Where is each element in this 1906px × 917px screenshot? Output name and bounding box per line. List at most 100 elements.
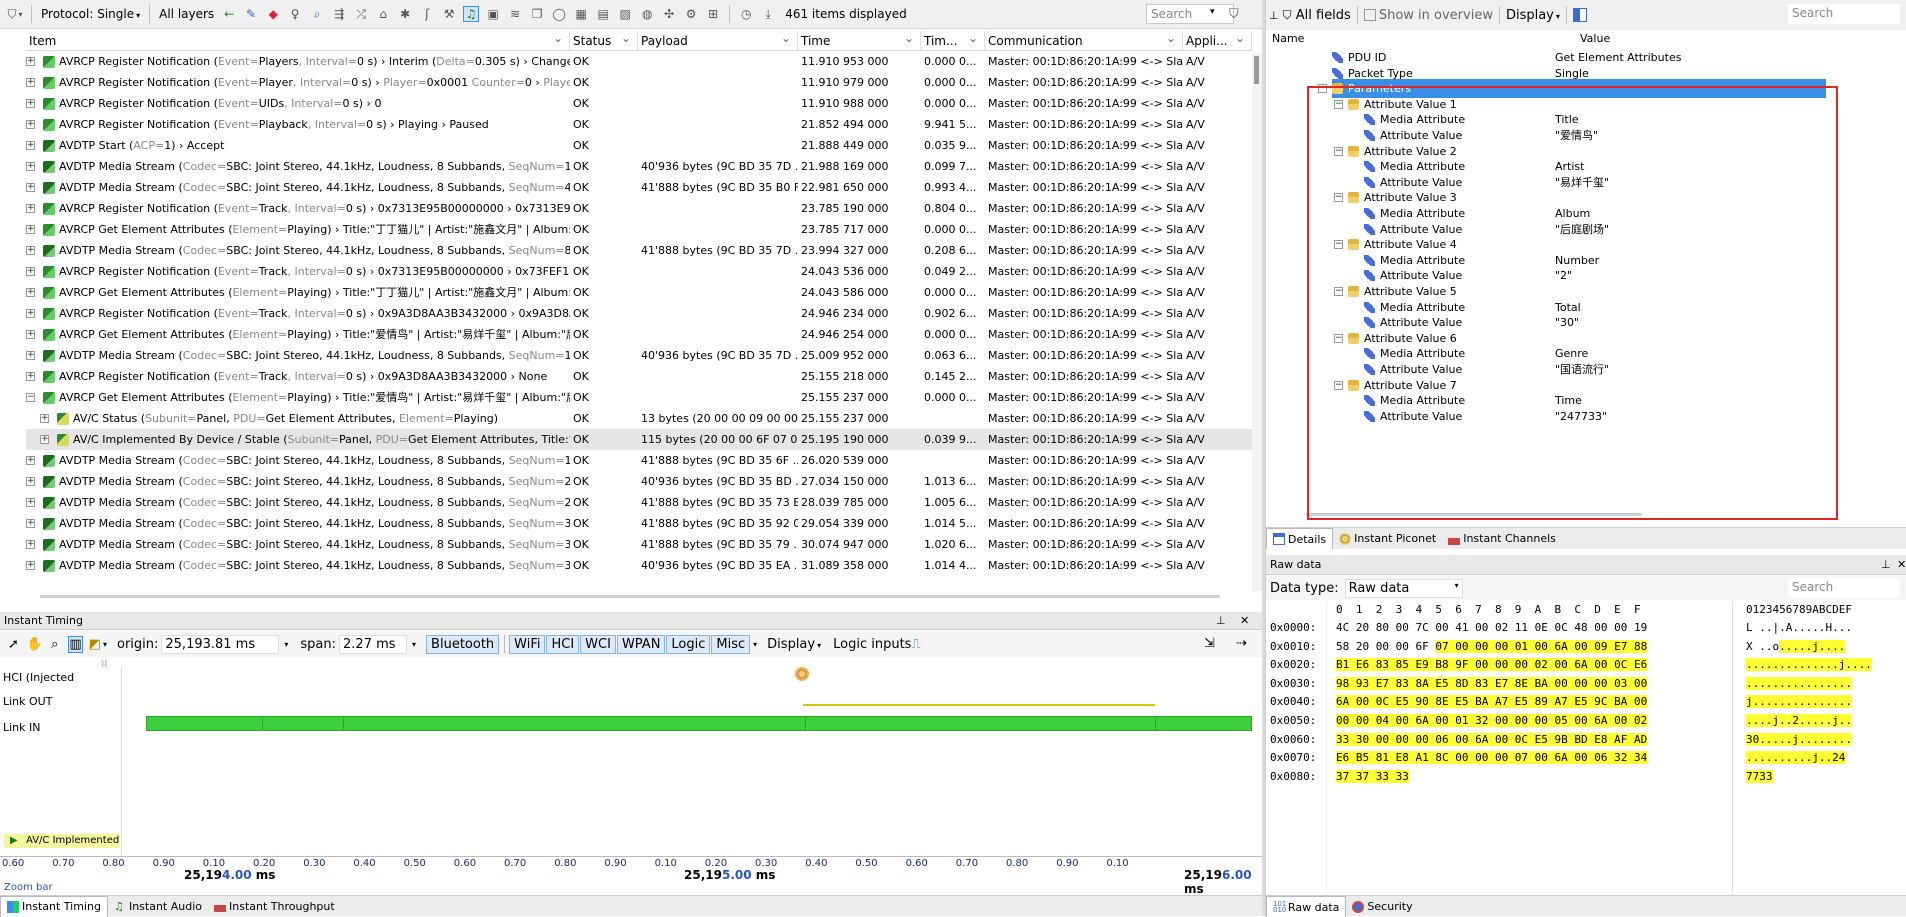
fields-search-input[interactable]: Search xyxy=(1788,4,1900,24)
tab-instant-piconet[interactable]: Instant Piconet xyxy=(1333,528,1442,549)
expand-icon[interactable]: + xyxy=(26,288,35,297)
close-icon[interactable]: ✕ xyxy=(1240,612,1249,630)
square-wave-icon[interactable]: ⎍ xyxy=(911,637,920,652)
expand-icon[interactable]: + xyxy=(26,477,35,486)
layers-dropdown[interactable]: All layers xyxy=(159,7,214,21)
tab-instant-audio[interactable]: ♫ Instant Audio xyxy=(108,896,208,917)
origin-field[interactable]: 25,193.81 ms xyxy=(161,634,280,654)
collapse-icon[interactable]: − xyxy=(1334,333,1343,343)
table-row[interactable]: + AVDTP Media Stream (Codec=SBC: Joint St… xyxy=(26,534,1252,555)
table-row[interactable]: + AV/C Status (Subunit=Panel, PDU=Get Ele… xyxy=(26,408,1252,429)
table-row[interactable]: + AVRCP Get Element Attributes (Element=P… xyxy=(26,282,1252,303)
hand-icon[interactable]: ✋ xyxy=(27,637,43,652)
table-row[interactable]: + AVDTP Media Stream (Codec=SBC: Joint St… xyxy=(26,513,1252,534)
list-vscrollbar[interactable] xyxy=(1252,54,1262,591)
tools-icon[interactable]: ⚒ xyxy=(441,6,457,22)
list-vscroll-thumb[interactable] xyxy=(1254,56,1259,84)
expand-icon[interactable]: + xyxy=(26,246,35,255)
raw-search-input[interactable]: Search xyxy=(1788,578,1900,598)
image-icon[interactable]: ▨ xyxy=(617,6,633,22)
panel-icon[interactable]: ▥ xyxy=(68,635,83,653)
expand-icon[interactable]: + xyxy=(26,225,35,234)
pin-icon[interactable]: ⊥ xyxy=(1216,612,1226,630)
table-row[interactable]: + AVDTP Start (ACP=1) › Accept OK 21.888 44… xyxy=(26,135,1252,156)
table-row[interactable]: + AV/C Implemented By Device / Stable (Su… xyxy=(26,429,1252,450)
expand-icon[interactable]: + xyxy=(26,309,35,318)
col-item[interactable]: Item xyxy=(26,31,570,50)
col-payload[interactable]: Payload xyxy=(638,31,798,50)
table-row[interactable]: + AVDTP Media Stream (Codec=SBC: Joint St… xyxy=(26,177,1252,198)
link-out-signal[interactable] xyxy=(803,704,1155,706)
tree-hscrollbar[interactable] xyxy=(1306,513,1642,516)
show-in-overview-toggle[interactable]: Show in overview xyxy=(1363,8,1493,23)
protocol-dropdown[interactable]: Protocol: Single ▾ xyxy=(41,7,140,21)
clock-icon[interactable]: ◷ xyxy=(738,6,754,22)
expand-icon[interactable]: + xyxy=(26,183,35,192)
collapse-icon[interactable]: − xyxy=(1334,240,1343,250)
zoom-bar-label[interactable]: Zoom bar xyxy=(4,882,53,893)
bookmark-icon[interactable]: ◆ xyxy=(265,6,281,22)
collapse-icon[interactable]: − xyxy=(1318,84,1327,94)
tab-instant-timing[interactable]: Instant Timing xyxy=(0,895,108,917)
tab-instant-channels[interactable]: Instant Channels xyxy=(1442,528,1562,549)
list-search-input[interactable]: Search xyxy=(1146,4,1234,24)
shuffle-icon[interactable]: ⤮ xyxy=(353,6,369,22)
download-icon[interactable]: ⤓ xyxy=(760,6,776,22)
book-icon[interactable]: ▤ xyxy=(595,6,611,22)
expand-icon[interactable]: + xyxy=(26,204,35,213)
table-row[interactable]: + AVRCP Register Notification (Event=Play… xyxy=(26,51,1252,72)
collapse-icon[interactable]: − xyxy=(1334,193,1343,203)
find-icon[interactable]: ⌕ xyxy=(309,6,325,22)
table-row[interactable]: + AVRCP Register Notification (Event=Trac… xyxy=(26,261,1252,282)
table-row[interactable]: + AVDTP Media Stream (Codec=SBC: Joint St… xyxy=(26,345,1252,366)
list-hscrollbar[interactable] xyxy=(40,595,1220,598)
span-field[interactable]: 2.27 ms xyxy=(339,634,408,654)
filter-wci[interactable]: WCI xyxy=(580,634,616,654)
table-row[interactable]: + AVDTP Media Stream (Codec=SBC: Joint St… xyxy=(26,471,1252,492)
hci-event-icon[interactable] xyxy=(795,667,809,681)
event-label[interactable]: AV/C Implemented... xyxy=(4,834,120,848)
table-row[interactable]: + AVRCP Register Notification (Event=Play… xyxy=(26,114,1252,135)
collapse-icon[interactable]: − xyxy=(26,393,35,402)
filter-bluetooth[interactable]: Bluetooth xyxy=(426,634,500,654)
tree-row[interactable]: Attribute Value "247733" xyxy=(1266,407,1906,426)
back-arrow-icon[interactable]: ← xyxy=(221,6,237,22)
collapse-icon[interactable]: − xyxy=(1334,287,1343,296)
expand-icon[interactable]: + xyxy=(26,498,35,507)
pencil-icon[interactable]: ✎ xyxy=(243,6,259,22)
wave-icon[interactable]: ≋ xyxy=(507,6,523,22)
grid-view-icon[interactable] xyxy=(1572,8,1587,22)
expand-icon[interactable]: + xyxy=(26,57,35,66)
expand-icon[interactable]: + xyxy=(26,351,35,360)
table-row[interactable]: + AVRCP Register Notification (Event=Trac… xyxy=(26,366,1252,387)
tab-security[interactable]: Security xyxy=(1346,896,1418,917)
collapse-icon[interactable]: − xyxy=(1334,99,1343,109)
hex-view[interactable]: 0 1 2 3 4 5 6 7 8 9 A B C D E F 01234567… xyxy=(1266,601,1906,893)
close-icon[interactable]: ✕ xyxy=(1897,555,1906,575)
logic-inputs-toggle[interactable]: Logic inputs xyxy=(833,637,911,652)
table-row[interactable]: + AVDTP Media Stream (Codec=SBC: Joint St… xyxy=(26,240,1252,261)
expand-icon[interactable]: + xyxy=(26,519,35,528)
filter-misc[interactable]: Misc xyxy=(711,634,751,654)
grid-icon[interactable]: ▦ xyxy=(573,6,589,22)
table-row[interactable]: + AVRCP Get Element Attributes (Element=P… xyxy=(26,219,1252,240)
pin-icon[interactable]: ⊥ xyxy=(1881,555,1891,575)
col-time[interactable]: Time xyxy=(798,31,921,50)
puzzle-icon[interactable]: ✣ xyxy=(661,6,677,22)
filter-wpan[interactable]: WPAN xyxy=(616,634,666,654)
expand-icon[interactable]: + xyxy=(26,162,35,171)
align-icon[interactable]: ⇶ xyxy=(331,6,347,22)
col-delta[interactable]: Tim... xyxy=(921,31,985,50)
circle-icon[interactable]: ◯ xyxy=(551,6,567,22)
export-icon[interactable]: ⇲ xyxy=(1204,636,1215,651)
expand-icon[interactable]: + xyxy=(40,414,49,423)
col-communication[interactable]: Communication xyxy=(985,31,1183,50)
search-dropdown-icon[interactable]: ▾ xyxy=(1210,7,1215,17)
table-row[interactable]: + AVRCP Register Notification (Event=Trac… xyxy=(26,198,1252,219)
expand-icon[interactable]: + xyxy=(26,330,35,339)
table-row[interactable]: + AVDTP Media Stream (Codec=SBC: Joint St… xyxy=(26,156,1252,177)
expand-icon[interactable]: + xyxy=(26,372,35,381)
zoom-icon[interactable]: ⌕ xyxy=(51,637,58,652)
camera-icon[interactable]: ▣ xyxy=(485,6,501,22)
col-status[interactable]: Status xyxy=(570,31,638,50)
